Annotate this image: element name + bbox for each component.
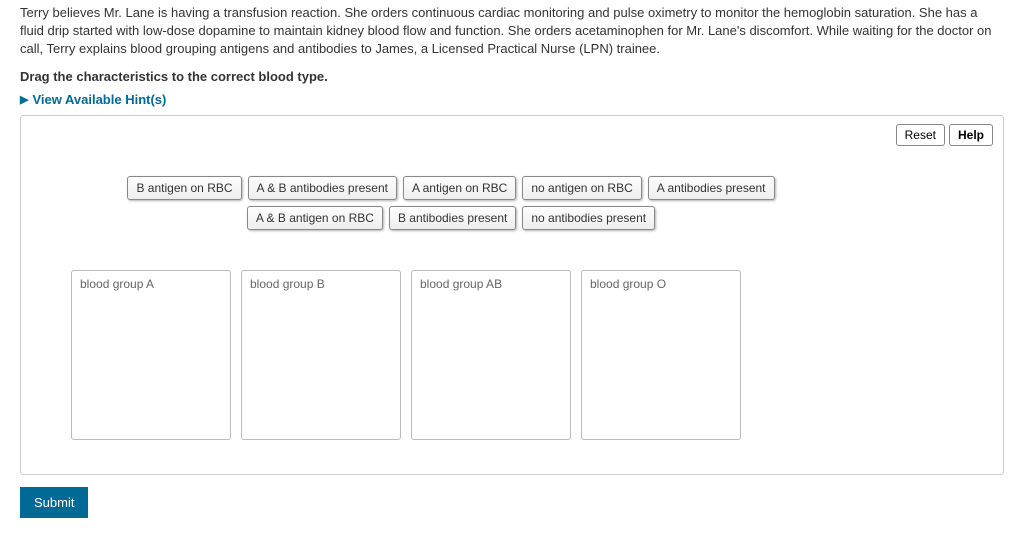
drop-bin-ab[interactable]: blood group AB [411, 270, 571, 440]
draggable-item[interactable]: B antigen on RBC [127, 176, 241, 200]
draggable-item[interactable]: A antibodies present [648, 176, 775, 200]
instruction-text: Drag the characteristics to the correct … [20, 69, 1004, 84]
top-buttons: Reset Help [896, 124, 993, 146]
view-hints-link[interactable]: ▶ View Available Hint(s) [20, 92, 1004, 107]
draggable-item[interactable]: A & B antibodies present [248, 176, 397, 200]
draggable-item[interactable]: no antigen on RBC [522, 176, 641, 200]
bin-title: blood group B [250, 277, 392, 291]
draggable-item[interactable]: no antibodies present [522, 206, 655, 230]
draggable-pool: B antigen on RBC A & B antibodies presen… [71, 176, 831, 230]
bin-title: blood group A [80, 277, 222, 291]
view-hints-label: View Available Hint(s) [32, 92, 166, 107]
drop-bin-o[interactable]: blood group O [581, 270, 741, 440]
draggable-item[interactable]: A antigen on RBC [403, 176, 516, 200]
bins-row: blood group A blood group B blood group … [71, 270, 993, 440]
drop-bin-b[interactable]: blood group B [241, 270, 401, 440]
chevron-right-icon: ▶ [20, 93, 28, 106]
draggable-item[interactable]: A & B antigen on RBC [247, 206, 383, 230]
reset-button[interactable]: Reset [896, 124, 945, 146]
bin-title: blood group O [590, 277, 732, 291]
bin-title: blood group AB [420, 277, 562, 291]
help-button[interactable]: Help [949, 124, 993, 146]
submit-button[interactable]: Submit [20, 487, 88, 518]
scenario-text: Terry believes Mr. Lane is having a tran… [20, 4, 1004, 59]
draggable-item[interactable]: B antibodies present [389, 206, 516, 230]
work-area: Reset Help B antigen on RBC A & B antibo… [20, 115, 1004, 475]
drop-bin-a[interactable]: blood group A [71, 270, 231, 440]
